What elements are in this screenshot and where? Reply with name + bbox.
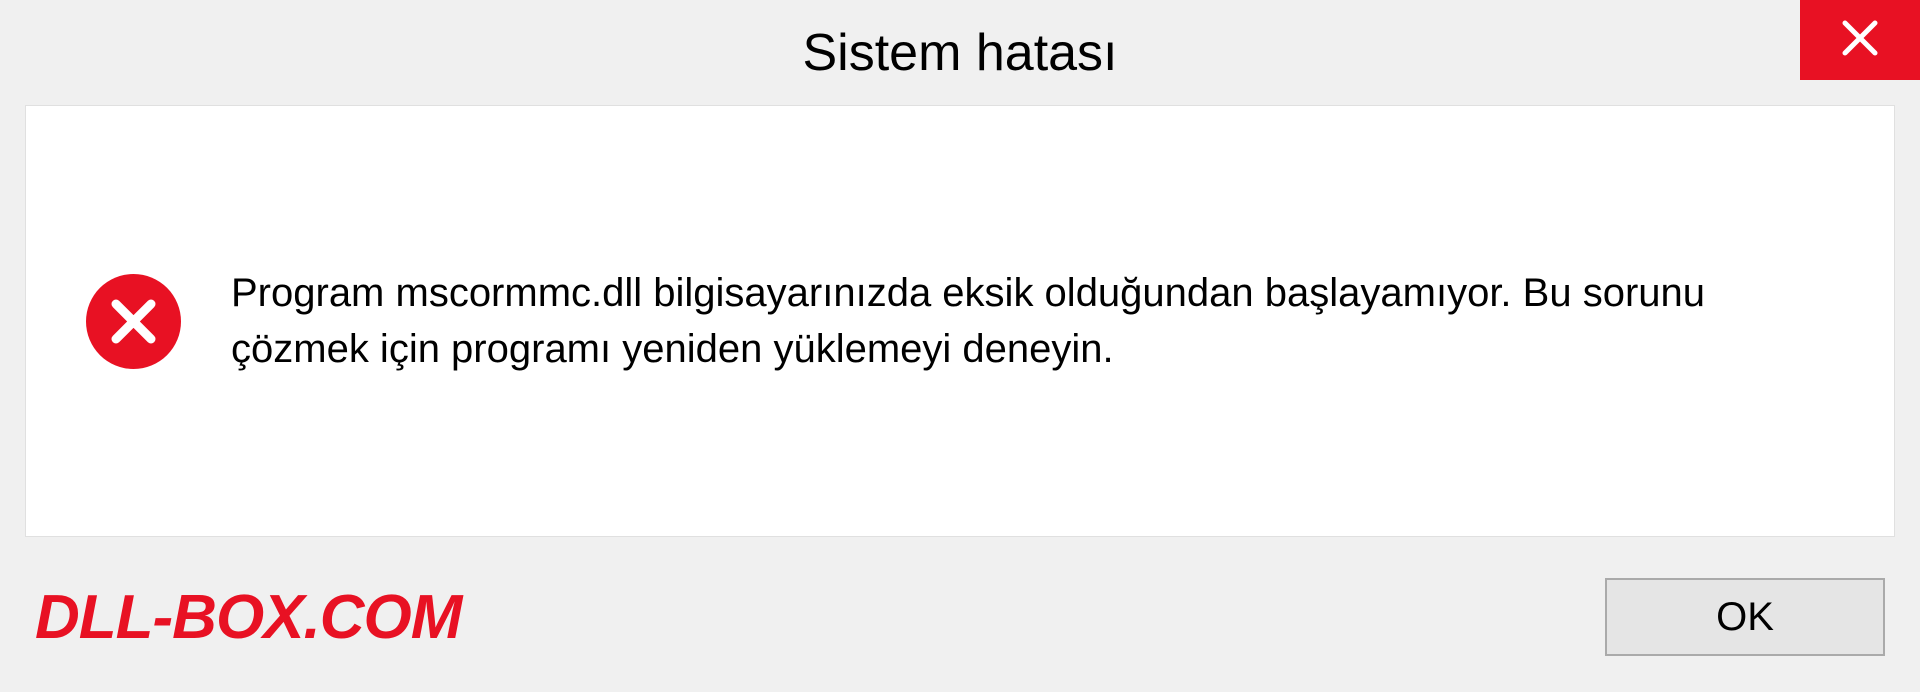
titlebar: Sistem hatası	[0, 0, 1920, 105]
watermark: DLL-BOX.COM	[35, 582, 461, 653]
error-icon	[86, 274, 181, 369]
ok-button-label: OK	[1716, 595, 1774, 640]
error-message: Program mscormmc.dll bilgisayarınızda ek…	[231, 265, 1834, 377]
close-button[interactable]	[1800, 0, 1920, 80]
content-panel: Program mscormmc.dll bilgisayarınızda ek…	[25, 105, 1895, 537]
close-icon	[1840, 18, 1880, 63]
error-dialog: Sistem hatası Program mscormmc.dll bilgi…	[0, 0, 1920, 692]
dialog-title: Sistem hatası	[802, 23, 1117, 83]
ok-button[interactable]: OK	[1605, 578, 1885, 656]
footer: DLL-BOX.COM OK	[0, 562, 1920, 692]
